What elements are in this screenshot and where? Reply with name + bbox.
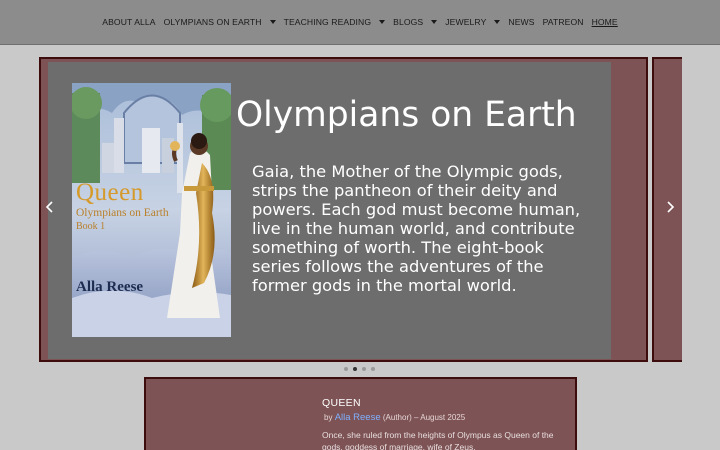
author-link[interactable]: Alla Reese: [335, 412, 381, 423]
book-description: Once, she ruled from the heights of Olym…: [322, 430, 554, 450]
nav-patreon[interactable]: PATREON: [539, 17, 588, 27]
author-role: (Author): [382, 413, 412, 422]
nav-label: PATREON: [542, 17, 584, 27]
book-card: QUEEN by Alla Reese (Author) – August 20…: [144, 377, 577, 450]
nav-label: OLYMPIANS ON EARTH: [163, 17, 262, 27]
nav-label: JEWELRY: [445, 17, 487, 27]
carousel-dot[interactable]: [344, 367, 348, 371]
nav-teaching-reading[interactable]: TEACHING READING: [280, 17, 390, 27]
cover-title: Queen: [76, 179, 144, 206]
book-title-link[interactable]: QUEEN: [322, 397, 361, 409]
chevron-down-icon: [269, 20, 276, 24]
publish-date: – August 2025: [414, 413, 466, 422]
nav-news[interactable]: NEWS: [504, 17, 538, 27]
nav-jewelry[interactable]: JEWELRY: [441, 17, 504, 27]
nav-olympians-on-earth[interactable]: OLYMPIANS ON EARTH: [160, 17, 280, 27]
cover-author: Alla Reese: [76, 279, 144, 295]
book-cover-image[interactable]: Queen Olympians on Earth Book 1 Alla Ree…: [72, 83, 231, 337]
chevron-left-icon: [45, 201, 53, 213]
nav-menu: ABOUT ALLA OLYMPIANS ON EARTH TEACHING R…: [98, 17, 622, 27]
nav-label: NEWS: [508, 17, 535, 27]
cover-book-number: Book 1: [76, 221, 106, 232]
chevron-down-icon: [494, 20, 501, 24]
carousel-dot-active[interactable]: [353, 367, 357, 371]
carousel-dot[interactable]: [371, 367, 375, 371]
nav-label: BLOGS: [393, 17, 424, 27]
nav-label: TEACHING READING: [283, 17, 372, 27]
book-byline: by Alla Reese (Author) – August 2025: [324, 412, 465, 423]
slide-description: Gaia, the Mother of the Olympic gods, st…: [252, 162, 581, 295]
chevron-down-icon: [379, 20, 386, 24]
nav-about-alla[interactable]: ABOUT ALLA: [98, 17, 159, 27]
nav-label: ABOUT ALLA: [102, 17, 156, 27]
chevron-right-icon: [667, 201, 675, 213]
nav-blogs[interactable]: BLOGS: [389, 17, 441, 27]
slide-heading: Olympians on Earth: [236, 95, 577, 135]
nav-label: HOME: [591, 17, 618, 27]
chevron-down-icon: [431, 20, 438, 24]
carousel-dots: [344, 367, 375, 371]
carousel-dot[interactable]: [362, 367, 366, 371]
carousel-next-button[interactable]: [665, 201, 675, 213]
nav-home[interactable]: HOME: [588, 17, 622, 27]
carousel-prev-button[interactable]: [45, 201, 55, 213]
top-navigation: ABOUT ALLA OLYMPIANS ON EARTH TEACHING R…: [0, 0, 720, 45]
byline-by: by: [324, 413, 333, 422]
cover-series: Olympians on Earth: [76, 207, 169, 219]
